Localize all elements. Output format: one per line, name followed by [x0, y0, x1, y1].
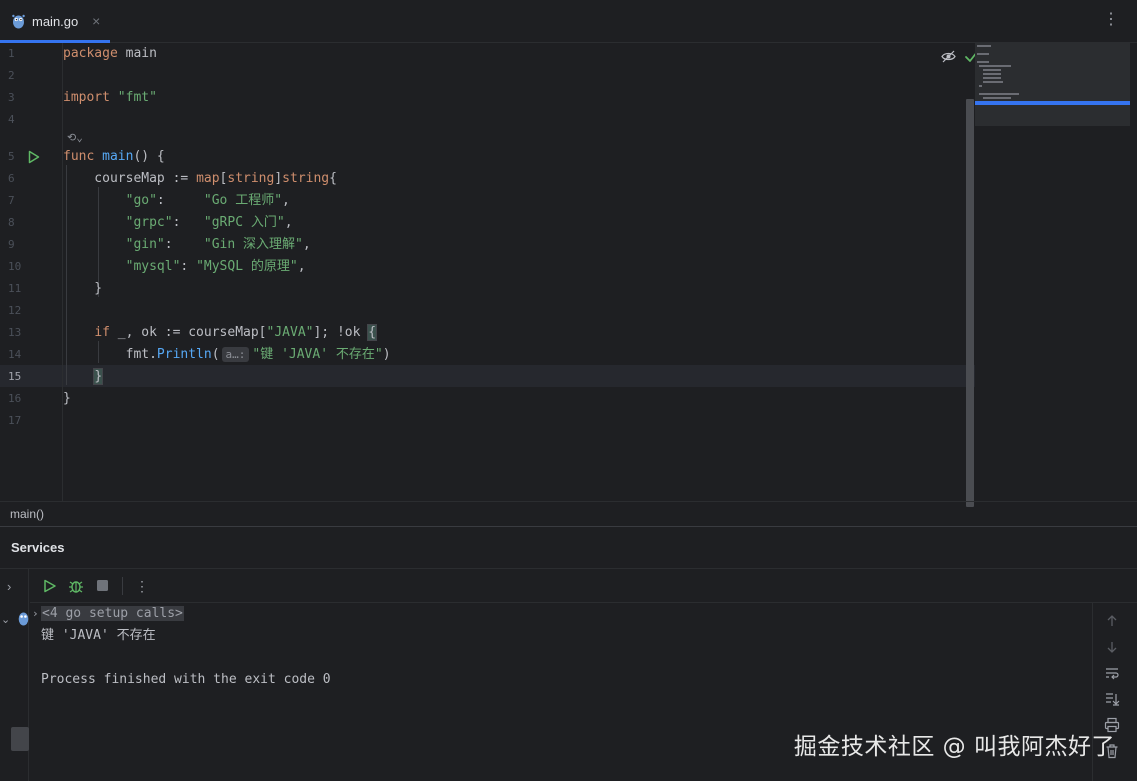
editor-scrollbar[interactable]	[966, 99, 974, 507]
line-number: 17	[8, 414, 22, 427]
go-gopher-icon	[12, 14, 25, 28]
code-line: func main() {	[63, 149, 165, 164]
run-icon	[44, 579, 56, 592]
line-number: 6	[8, 172, 15, 185]
tab-main-go[interactable]: main.go ×	[0, 0, 110, 43]
tab-filename: main.go	[32, 13, 79, 29]
run-gutter-icon[interactable]	[28, 150, 40, 164]
tree-scroll-thumb[interactable]	[11, 727, 29, 751]
code-line: if _, ok := courseMap["JAVA"]; !ok {	[94, 324, 378, 341]
code-vision-icon[interactable]: ⟲⌄	[67, 131, 83, 144]
minimap-line	[979, 65, 1011, 67]
matched-brace: }	[93, 368, 104, 385]
code-line: "gin": "Gin 深入理解",	[63, 237, 311, 252]
services-panel-title: Services	[11, 540, 65, 555]
line-number: 4	[8, 113, 15, 126]
minimap-line	[983, 73, 1001, 75]
code-content[interactable]: ⟲⌄ package main import "fmt" func main()…	[63, 43, 975, 501]
line-number: 2	[8, 69, 15, 82]
line-number-gutter: 1 2 3 4 5 6 7 8 9 10 11 12 13 14 15 16 1…	[0, 43, 63, 501]
editor-tab-bar: main.go × ⋮	[0, 0, 1137, 43]
code-line: }	[63, 281, 103, 296]
scroll-to-end-icon[interactable]	[1104, 691, 1120, 707]
breadcrumb-item-main[interactable]: main()	[10, 507, 44, 521]
expand-chevron-icon[interactable]: ›	[7, 579, 11, 594]
fold-arrow-icon[interactable]: ›	[32, 603, 39, 625]
line-number: 14	[8, 348, 22, 361]
code-line: import "fmt"	[63, 90, 157, 105]
line-number-active: 15	[8, 370, 22, 383]
services-toolbar: ⋮	[30, 569, 1137, 603]
toolbar-separator	[122, 576, 123, 595]
stop-button[interactable]	[94, 578, 110, 594]
line-number: 1	[8, 47, 15, 60]
minimap-line	[977, 53, 989, 55]
watermark-text: 掘金技术社区 @ 叫我阿杰好了	[793, 734, 1115, 760]
debug-bug-icon	[69, 580, 83, 593]
soft-wrap-icon[interactable]	[1104, 665, 1120, 681]
line-number: 3	[8, 91, 15, 104]
line-number: 16	[8, 392, 22, 405]
rerun-button[interactable]	[42, 578, 58, 594]
line-number: 13	[8, 326, 22, 339]
line-number: 7	[8, 194, 15, 207]
minimap-line	[983, 97, 1011, 99]
parameter-hint: a…:	[221, 347, 250, 362]
code-line: "mysql": "MySQL 的原理",	[63, 259, 306, 274]
folded-setup-calls[interactable]: <4 go setup calls>	[41, 606, 184, 621]
code-line: "go": "Go 工程师",	[63, 193, 290, 208]
more-actions-icon[interactable]: ⋮	[135, 579, 149, 593]
collapse-chevron-icon[interactable]: ⌄	[1, 613, 10, 626]
minimap-line	[979, 85, 982, 87]
stop-icon	[96, 580, 108, 591]
minimap-line	[983, 69, 1001, 71]
scroll-down-arrow-icon[interactable]	[1104, 639, 1120, 655]
line-number: 5	[8, 150, 15, 163]
scroll-up-arrow-icon[interactable]	[1104, 613, 1120, 629]
console-line: 键 'JAVA' 不存在	[41, 628, 156, 643]
reader-mode-eye-icon[interactable]	[941, 49, 956, 64]
code-editor[interactable]: 1 2 3 4 5 6 7 8 9 10 11 12 13 14 15 16 1…	[0, 43, 1137, 507]
debug-button[interactable]	[68, 578, 84, 594]
minimap-line	[983, 77, 1001, 79]
code-line: package main	[63, 46, 157, 61]
minimap-line	[977, 45, 991, 47]
line-number: 10	[8, 260, 22, 273]
services-tool-window: Services › ⌄ ⋮ › <4 go setup calls> 键 'J…	[0, 526, 1137, 781]
breadcrumb: main()	[0, 501, 1137, 526]
more-options-icon[interactable]: ⋮	[1103, 12, 1119, 28]
console-line: Process finished with the exit code 0	[41, 672, 331, 687]
code-minimap[interactable]	[975, 43, 1130, 126]
minimap-line	[983, 81, 1003, 83]
code-line: fmt.Println(a…: "键 'JAVA' 不存在")	[63, 347, 391, 362]
code-line: courseMap := map[string]string{	[63, 171, 337, 186]
go-run-config-icon[interactable]	[18, 611, 29, 626]
line-number: 12	[8, 304, 22, 317]
line-number: 8	[8, 216, 15, 229]
code-line-active: }	[63, 366, 104, 388]
services-tree[interactable]: › ⌄	[0, 569, 29, 781]
line-number: 11	[8, 282, 22, 295]
console-line: <4 go setup calls>	[41, 603, 184, 625]
code-line: }	[63, 391, 71, 406]
close-icon[interactable]: ×	[90, 13, 102, 29]
line-number: 9	[8, 238, 15, 251]
matched-brace: {	[367, 324, 378, 341]
code-line: "grpc": "gRPC 入门",	[63, 215, 293, 230]
inspection-widget[interactable]	[941, 49, 979, 64]
minimap-line	[979, 93, 1019, 95]
minimap-line	[977, 61, 989, 63]
minimap-caret-line	[975, 101, 1130, 105]
